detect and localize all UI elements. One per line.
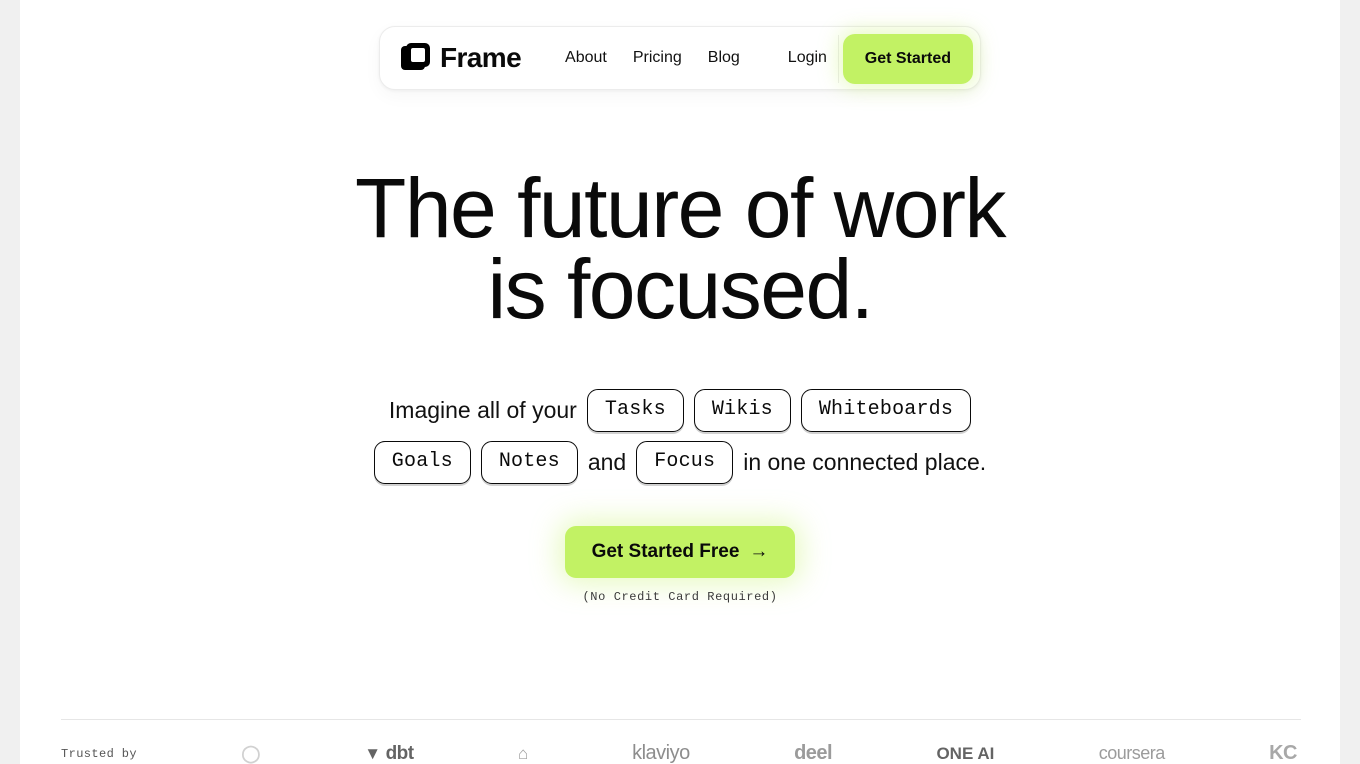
chip-tasks[interactable]: Tasks <box>586 388 684 432</box>
logo-coursera: coursera <box>1098 743 1166 763</box>
page-title: The future of work is focused. <box>20 161 1340 336</box>
logo-kc: KC <box>1269 742 1297 764</box>
nav-link-login[interactable]: Login <box>788 49 827 67</box>
brand-name: Frame <box>440 42 522 73</box>
subhead-lead: Imagine all of your <box>388 397 577 423</box>
logo-monogram: ◯ <box>241 744 260 763</box>
frame-square-logo-icon <box>401 43 431 73</box>
hero-title-line-2: is focused. <box>487 241 874 336</box>
logo-klaviyo: klaviyo <box>632 742 690 764</box>
cta-disclaimer: (No Credit Card Required) <box>582 590 778 604</box>
subhead-tail: in one connected place. <box>743 449 987 475</box>
hero-title-line-1: The future of work <box>355 161 1006 255</box>
nav-link-blog[interactable]: Blog <box>708 49 740 67</box>
nav-link-about[interactable]: About <box>565 49 607 67</box>
chip-wikis[interactable]: Wikis <box>693 388 791 432</box>
trusted-by-label: Trusted by <box>61 746 138 761</box>
trusted-by-row: Trusted by ◯ ▼ dbt ⌂ klaviyo deel ONE AI… <box>61 742 1301 764</box>
logo-deel: deel <box>794 742 833 764</box>
logo-dbt: ▼ dbt <box>364 742 414 764</box>
logo-arch-mark: ⌂ <box>517 744 528 763</box>
brand-logo[interactable]: Frame <box>401 42 522 73</box>
nav-links: About Pricing Blog Login <box>565 49 827 67</box>
chip-goals[interactable]: Goals <box>373 440 471 484</box>
page-canvas: Frame About Pricing Blog Login Get Start… <box>20 0 1340 764</box>
chip-notes[interactable]: Notes <box>480 440 578 484</box>
nav-divider <box>838 35 839 83</box>
navbar: Frame About Pricing Blog Login Get Start… <box>379 26 981 90</box>
chip-focus[interactable]: Focus <box>636 440 734 484</box>
dbt-icon: ▼ <box>364 744 381 763</box>
logo-one-ai: ONE AI <box>936 743 995 763</box>
section-divider <box>61 719 1301 720</box>
cta-section: Get Started Free → (No Credit Card Requi… <box>20 526 1340 604</box>
chip-whiteboards[interactable]: Whiteboards <box>800 388 972 432</box>
nav-link-pricing[interactable]: Pricing <box>633 49 682 67</box>
cta-label: Get Started Free <box>591 541 740 562</box>
hero-subheadline: Imagine all of your Tasks Wikis Whiteboa… <box>20 388 1340 484</box>
top-navigation-bar: Frame About Pricing Blog Login Get Start… <box>379 26 981 90</box>
subhead-conjunction: and <box>587 449 627 475</box>
get-started-free-button[interactable]: Get Started Free → <box>564 526 796 578</box>
hero-section: The future of work is focused. <box>20 161 1340 336</box>
get-started-button[interactable]: Get Started <box>842 34 973 84</box>
arrow-right-icon: → <box>749 541 769 562</box>
